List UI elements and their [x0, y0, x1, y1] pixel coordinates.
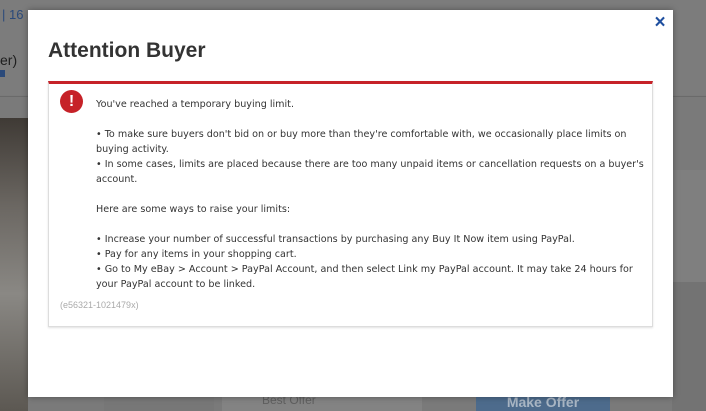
close-icon[interactable]: × [652, 13, 668, 32]
background-right-box [672, 282, 706, 411]
way-item: • Go to My eBay > Account > PayPal Accou… [96, 264, 633, 290]
error-icon: ! [60, 90, 83, 113]
error-code: (e56321-1021479x) [60, 300, 139, 310]
buying-limit-alert: ! You've reached a temporary buying limi… [48, 81, 653, 327]
way-item: • Increase your number of successful tra… [96, 234, 575, 245]
background-link-fragment-2 [0, 70, 5, 77]
background-text-fragment: er) [0, 52, 18, 68]
ways-heading: Here are some ways to raise your limits: [96, 204, 291, 215]
alert-content: You've reached a temporary buying limit.… [96, 97, 644, 292]
dialog-title: Attention Buyer [48, 39, 206, 62]
reason-item: • To make sure buyers don't bid on or bu… [96, 129, 627, 155]
background-item-image [0, 118, 28, 411]
background-bottom-block [104, 396, 214, 411]
background-link-fragment: | 16 [2, 7, 24, 22]
attention-buyer-dialog: × Attention Buyer ! You've reached a tem… [28, 10, 673, 397]
way-item: • Pay for any items in your shopping car… [96, 249, 297, 260]
alert-heading: You've reached a temporary buying limit. [96, 99, 294, 110]
reason-item: • In some cases, limits are placed becau… [96, 159, 644, 185]
